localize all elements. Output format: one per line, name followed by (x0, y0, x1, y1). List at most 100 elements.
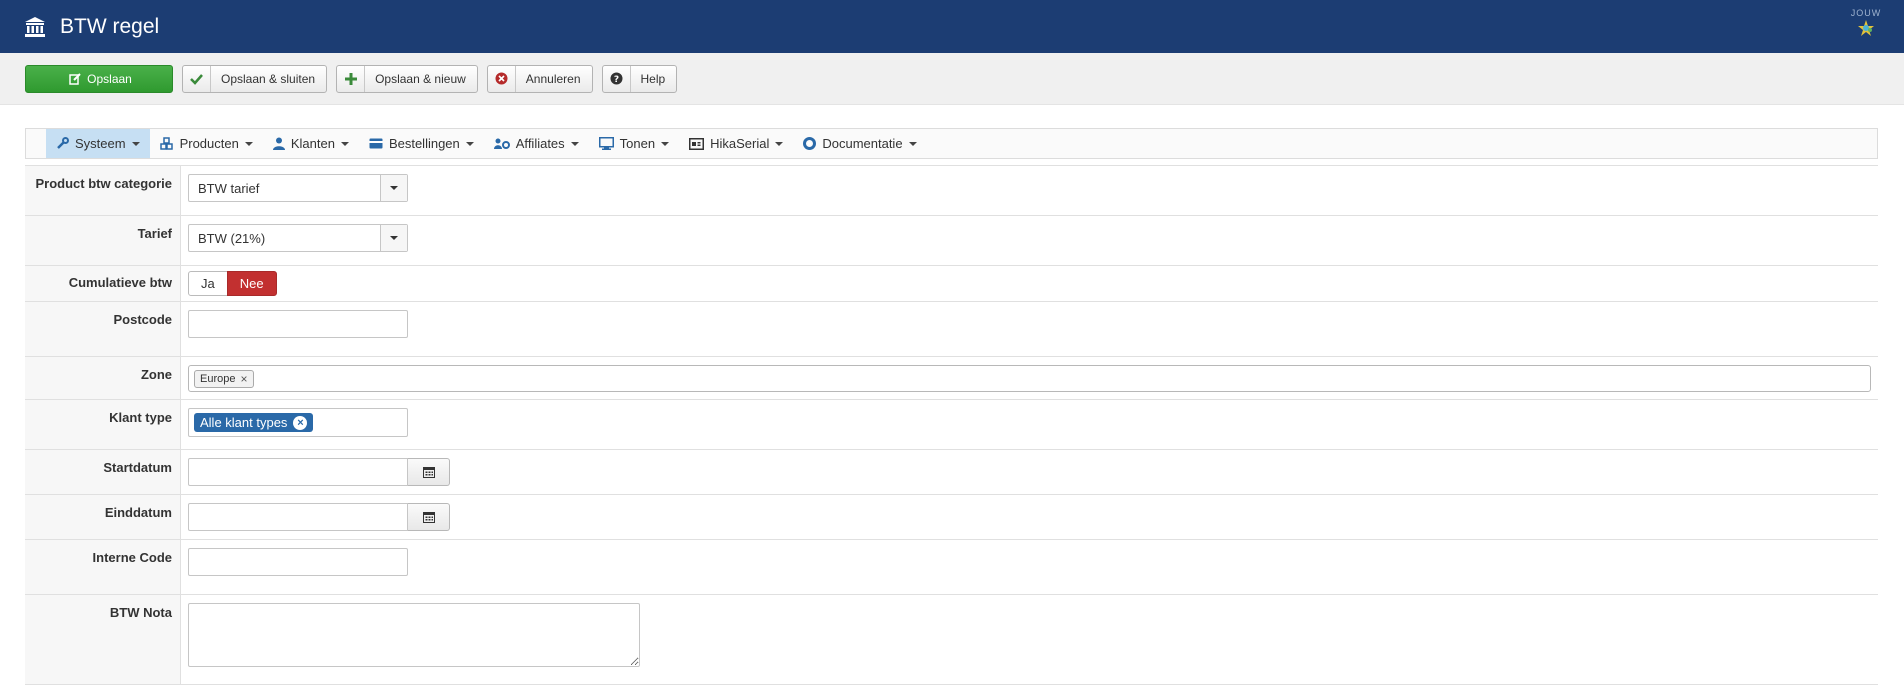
credit-card-icon (369, 138, 383, 149)
caret-down-icon (661, 141, 670, 146)
start-date-label: Startdatum (25, 450, 181, 494)
row-tariff: Tarief BTW (21%) (25, 216, 1878, 266)
lifebuoy-icon (803, 137, 817, 150)
menu-item-documentatie[interactable]: Documentatie (793, 129, 926, 158)
serial-icon (689, 137, 705, 150)
vat-rule-form: Product btw categorie BTW tarief Tarief … (25, 165, 1878, 685)
menu-item-label: Bestellingen (388, 136, 460, 151)
toolbar: Opslaan Opslaan & sluiten Opslaan & nieu… (0, 53, 1904, 105)
cancel-button-label: Annuleren (525, 71, 581, 86)
page-title: BTW regel (60, 14, 160, 38)
row-postcode: Postcode (25, 302, 1878, 357)
start-date-input[interactable] (188, 458, 408, 486)
menu-item-label: Systeem (75, 136, 126, 151)
row-start-date: Startdatum (25, 450, 1878, 495)
menu-item-producten[interactable]: Producten (150, 129, 263, 158)
help-button[interactable]: ? Help (601, 64, 678, 93)
cancel-button[interactable]: Annuleren (486, 64, 593, 93)
menu-item-label: HikaSerial (710, 136, 770, 151)
end-date-label: Einddatum (25, 495, 181, 539)
save-button-label: Opslaan (87, 71, 132, 86)
menu-item-label: Affiliates (515, 136, 565, 151)
internal-code-label: Interne Code (25, 540, 181, 594)
user-icon (272, 137, 285, 150)
cumulative-label: Cumulatieve btw (25, 266, 181, 301)
menu-item-label: Klanten (290, 136, 335, 151)
tariff-value: BTW (21%) (198, 230, 266, 246)
postcode-input[interactable] (188, 310, 408, 338)
save-button[interactable]: Opslaan (25, 64, 173, 93)
category-value: BTW tarief (198, 180, 260, 196)
cancel-circle-icon (488, 65, 516, 92)
cumulative-no-button[interactable]: Nee (226, 271, 277, 296)
logo-text: JOUW (1850, 8, 1882, 18)
save-new-button[interactable]: Opslaan & nieuw (336, 64, 478, 93)
check-icon (183, 65, 211, 92)
start-date-picker (188, 458, 1878, 486)
site-logo: JOUW (1844, 8, 1888, 46)
row-end-date: Einddatum (25, 495, 1878, 540)
caret-down-icon (465, 141, 474, 146)
vat-note-textarea[interactable] (188, 603, 640, 667)
row-customer-type: Klant type Alle klant types × (25, 400, 1878, 450)
menu-item-tonen[interactable]: Tonen (589, 129, 679, 158)
zone-tag-label: Europe (200, 372, 236, 385)
customer-type-label: Klant type (25, 400, 181, 449)
row-zone: Zone Europe × (25, 357, 1878, 400)
users-cog-icon (493, 138, 510, 150)
tariff-select[interactable]: BTW (21%) (188, 224, 408, 252)
edit-icon (66, 66, 84, 92)
menu-item-label: Documentatie (822, 136, 903, 151)
menu-item-affiliates[interactable]: Affiliates (484, 129, 589, 158)
caret-down-icon (775, 141, 784, 146)
menu-item-label: Producten (179, 136, 239, 151)
row-category: Product btw categorie BTW tarief (25, 166, 1878, 216)
calendar-button[interactable] (408, 503, 450, 531)
remove-tag-icon[interactable]: × (240, 372, 247, 386)
chevron-down-icon (380, 175, 407, 201)
category-label: Product btw categorie (25, 166, 181, 215)
logo-star-icon (1858, 20, 1874, 36)
menu-item-bestellingen[interactable]: Bestellingen (359, 129, 484, 158)
menu-item-label: Tonen (619, 136, 656, 151)
caret-down-icon (131, 141, 140, 146)
internal-code-input[interactable] (188, 548, 408, 576)
row-internal-code: Interne Code (25, 540, 1878, 595)
save-close-button-label: Opslaan & sluiten (221, 71, 316, 86)
remove-tag-icon[interactable]: × (293, 415, 308, 430)
caret-down-icon (244, 141, 253, 146)
save-new-button-label: Opslaan & nieuw (375, 71, 466, 86)
calendar-button[interactable] (408, 458, 450, 486)
category-select[interactable]: BTW tarief (188, 174, 408, 202)
cumulative-yes-button[interactable]: Ja (188, 271, 228, 296)
cubes-icon (159, 137, 174, 150)
plus-icon (337, 65, 366, 92)
help-button-label: Help (640, 71, 666, 86)
calendar-icon (422, 467, 435, 478)
postcode-label: Postcode (25, 302, 181, 356)
row-cumulative: Cumulatieve btw Ja Nee (25, 266, 1878, 302)
zone-label: Zone (25, 357, 181, 399)
row-vat-note: BTW Nota (25, 595, 1878, 685)
end-date-input[interactable] (188, 503, 408, 531)
menu-item-hikaserial[interactable]: HikaSerial (679, 129, 793, 158)
end-date-picker (188, 503, 1878, 531)
zone-tag: Europe × (194, 369, 254, 388)
zone-tag-input[interactable]: Europe × (188, 365, 1871, 392)
svg-text:?: ? (613, 75, 618, 85)
customer-type-tag-input[interactable]: Alle klant types × (188, 408, 408, 437)
caret-down-icon (570, 141, 579, 146)
monitor-icon (598, 137, 614, 150)
menu-item-klanten[interactable]: Klanten (263, 129, 359, 158)
main-menu: Systeem Producten Klanten Bestellingen A… (25, 128, 1878, 159)
caret-down-icon (908, 141, 917, 146)
vat-note-label: BTW Nota (25, 595, 181, 684)
customer-type-tag-label: Alle klant types (200, 415, 288, 430)
save-close-button[interactable]: Opslaan & sluiten (182, 64, 328, 93)
menu-item-systeem[interactable]: Systeem (46, 129, 150, 158)
wrench-icon (56, 137, 69, 150)
cumulative-toggle: Ja Nee (188, 271, 1878, 296)
customer-type-tag: Alle klant types × (194, 413, 314, 432)
question-circle-icon: ? (603, 65, 631, 92)
page-header: BTW regel JOUW (0, 0, 1904, 53)
